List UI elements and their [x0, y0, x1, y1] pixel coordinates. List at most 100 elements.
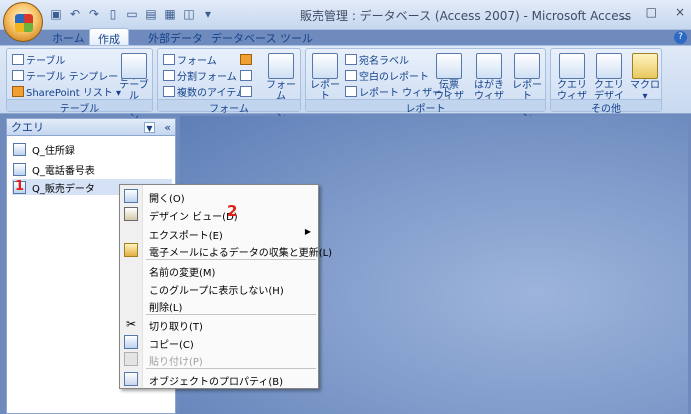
blank-report-button[interactable]: 空白のレポート — [345, 68, 429, 83]
form-icon — [163, 53, 175, 65]
design-view-icon — [124, 207, 138, 221]
multiple-items-button[interactable]: 複数のアイテム — [163, 84, 246, 99]
title-bar: ▣ ↶ ↷ ▯ ▭ ▤ ▦ ◫ ▾ 販売管理 : データベース (Access … — [0, 0, 691, 42]
table-template-icon — [12, 69, 24, 81]
office-logo-icon — [15, 14, 33, 32]
new-icon[interactable]: ▯ — [105, 6, 121, 22]
step-marker-2: 2 — [227, 202, 238, 220]
pivot-chart-icon — [240, 53, 252, 65]
group-label-report: レポート — [306, 99, 545, 115]
ribbon-tabs: ホーム 作成 外部データ データベース ツール ? — [0, 28, 691, 46]
table-icon — [12, 53, 24, 65]
chart-icon[interactable]: ◫ — [181, 6, 197, 22]
collapse-icon[interactable]: « — [164, 121, 171, 134]
menu-item-export[interactable]: エクスポート(E) ▶ — [120, 224, 318, 242]
menu-item-design-view[interactable]: デザイン ビュー(D) — [120, 205, 318, 223]
open-icon[interactable]: ▭ — [124, 6, 140, 22]
group-table: テーブル テーブル テンプレート ▾ SharePoint リスト ▾ テーブル… — [6, 48, 153, 124]
more-forms-button[interactable] — [240, 84, 252, 98]
sharepoint-icon — [12, 85, 24, 97]
label-wizard-button[interactable]: 宛名ラベル — [345, 52, 409, 67]
submenu-arrow-icon: ▶ — [304, 227, 311, 236]
report-design-button[interactable]: レポート デザイン — [509, 53, 545, 124]
group-label-form: フォーム — [158, 99, 300, 115]
more-forms-icon — [240, 85, 252, 97]
split-form-button[interactable]: 分割フォーム — [163, 68, 237, 83]
report-button[interactable]: レポート — [309, 53, 341, 102]
group-label-table: テーブル — [7, 99, 152, 115]
close-button[interactable]: × — [675, 5, 685, 19]
menu-item-paste[interactable]: 貼り付け(P) — [120, 350, 318, 368]
properties-icon — [124, 372, 138, 386]
tab-home[interactable]: ホーム — [44, 28, 93, 45]
group-label-other: その他 — [551, 99, 661, 115]
nav-item-query[interactable]: Q_住所録 — [13, 141, 75, 157]
macro-button[interactable]: マクロ ▾ — [629, 53, 661, 102]
group-other: クエリ ウィザード クエリ デザイン マクロ ▾ その他 — [550, 48, 662, 115]
table-button[interactable]: テーブル — [12, 52, 65, 67]
pivot-chart-button[interactable] — [240, 52, 252, 66]
print-icon[interactable]: ▤ — [143, 6, 159, 22]
report-icon — [312, 53, 338, 79]
window-title: 販売管理 : データベース (Access 2007) - Microsoft … — [300, 9, 632, 23]
table-design-icon — [121, 53, 147, 79]
form-design-button[interactable]: フォーム デザイン — [262, 53, 300, 124]
slip-wizard-icon — [436, 53, 462, 79]
ribbon: テーブル テーブル テンプレート ▾ SharePoint リスト ▾ テーブル… — [0, 45, 691, 124]
open-icon — [124, 189, 138, 203]
scissors-icon: ✂ — [125, 317, 137, 331]
multiple-items-icon — [163, 85, 175, 97]
blank-form-icon — [240, 69, 252, 81]
form-button[interactable]: フォーム — [163, 52, 217, 67]
window-controls: _ □ × — [622, 5, 685, 19]
save-icon[interactable]: ▣ — [48, 6, 64, 22]
menu-item-copy[interactable]: コピー(C) — [120, 333, 318, 351]
query-icon — [13, 142, 26, 156]
report-design-icon — [514, 53, 540, 79]
tab-external-data[interactable]: 外部データ — [140, 28, 211, 45]
group-report: レポート 宛名ラベル 空白のレポート レポート ウィザード 伝票 ウィザード は… — [305, 48, 546, 124]
table-design-button[interactable]: テーブル デザイン — [117, 53, 151, 124]
postcard-wizard-icon — [476, 53, 502, 79]
menu-item-open[interactable]: 開く(O) — [120, 187, 318, 205]
menu-item-delete[interactable]: 削除(L) — [120, 296, 318, 314]
chevron-down-icon[interactable]: ▼ — [144, 122, 155, 133]
menu-item-rename[interactable]: 名前の変更(M) — [120, 261, 318, 279]
blank-form-button[interactable] — [240, 68, 252, 82]
macro-icon — [632, 53, 658, 79]
sharepoint-list-button[interactable]: SharePoint リスト ▾ — [12, 84, 121, 99]
context-menu: 開く(O) デザイン ビュー(D) エクスポート(E) ▶ 電子メールによるデー… — [119, 184, 332, 389]
maximize-button[interactable]: □ — [646, 5, 657, 19]
step-marker-1: 1 — [15, 179, 25, 194]
tab-create[interactable]: 作成 — [89, 28, 129, 46]
print-preview-icon[interactable]: ▦ — [162, 6, 178, 22]
menu-item-cut[interactable]: ✂ 切り取り(T) — [120, 315, 318, 333]
menu-item-hide-in-group[interactable]: このグループに表示しない(H) — [120, 279, 318, 297]
undo-icon[interactable]: ↶ — [67, 6, 83, 22]
nav-item-query[interactable]: Q_電話番号表 — [13, 161, 95, 177]
redo-icon[interactable]: ↷ — [86, 6, 102, 22]
group-form: フォーム 分割フォーム 複数のアイテム フォーム デザイン フォーム — [157, 48, 301, 124]
report-wizard-icon — [345, 85, 357, 97]
office-button[interactable] — [3, 2, 43, 42]
menu-item-properties[interactable]: オブジェクトのプロパティ(B) — [120, 370, 318, 388]
nav-pane-header[interactable]: クエリ ▼ « — [7, 119, 175, 136]
tab-database-tools[interactable]: データベース ツール — [203, 28, 321, 45]
blank-report-icon — [345, 69, 357, 81]
menu-separator — [146, 259, 316, 260]
minimize-button[interactable]: _ — [622, 5, 628, 19]
split-form-icon — [163, 69, 175, 81]
form-design-icon — [268, 53, 294, 79]
email-icon — [124, 243, 138, 257]
copy-icon — [124, 335, 138, 349]
customize-qat-icon[interactable]: ▾ — [200, 6, 216, 22]
quick-access-toolbar: ▣ ↶ ↷ ▯ ▭ ▤ ▦ ◫ ▾ — [48, 6, 216, 22]
paste-icon — [124, 352, 138, 366]
menu-item-collect-data[interactable]: 電子メールによるデータの収集と更新(L) — [120, 241, 332, 259]
help-icon[interactable]: ? — [674, 31, 687, 44]
menu-separator — [146, 368, 316, 369]
nav-pane-title: クエリ — [11, 121, 44, 134]
label-icon — [345, 53, 357, 65]
query-icon — [13, 162, 26, 176]
query-design-icon — [596, 53, 622, 79]
